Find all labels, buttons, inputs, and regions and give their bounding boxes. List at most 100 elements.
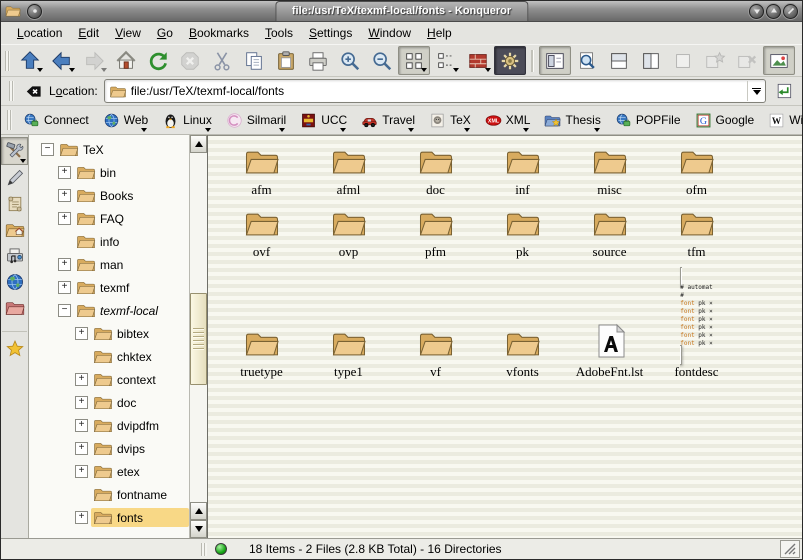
file-item-pk[interactable]: pk: [479, 208, 566, 260]
bookmark-ucc[interactable]: UCC: [293, 109, 354, 132]
file-item-pfm[interactable]: pfm: [392, 208, 479, 260]
go-button[interactable]: [772, 79, 796, 103]
up-button[interactable]: [14, 46, 46, 75]
sidebar-tab-annotate[interactable]: [2, 165, 27, 191]
list-view-button[interactable]: [430, 46, 462, 75]
location-input[interactable]: [127, 84, 747, 98]
tree-expander[interactable]: +: [75, 511, 88, 524]
tree-expander[interactable]: +: [75, 396, 88, 409]
menu-go[interactable]: Go: [149, 23, 181, 43]
menu-view[interactable]: View: [107, 23, 149, 43]
bookmark-google[interactable]: Google: [688, 109, 762, 132]
close-button[interactable]: [783, 4, 798, 19]
tree-scrollbar[interactable]: [189, 135, 207, 538]
bookmark-connect[interactable]: Connect: [16, 109, 96, 132]
reload-button[interactable]: [142, 46, 174, 75]
tree-item-texmf[interactable]: + texmf: [29, 276, 189, 299]
toolbar-grip[interactable]: [7, 110, 12, 130]
filter-button[interactable]: [795, 46, 803, 75]
sidebar-tab-services[interactable]: [2, 243, 27, 269]
scroll-down-button[interactable]: [190, 520, 207, 538]
bookmark-thesis[interactable]: Thesis: [537, 109, 607, 132]
file-item-inf[interactable]: inf: [479, 146, 566, 198]
bookmark-tex[interactable]: TeX: [422, 109, 478, 132]
menu-bookmarks[interactable]: Bookmarks: [181, 23, 257, 43]
icon-view-button[interactable]: [398, 46, 430, 75]
toolbar-grip[interactable]: [5, 51, 10, 71]
sticky-button[interactable]: [27, 4, 42, 19]
tree-item-texmf-local[interactable]: − texmf-local: [29, 299, 189, 322]
zoom-out-button[interactable]: [366, 46, 398, 75]
preview-button[interactable]: [763, 46, 795, 75]
file-item-fontdesc[interactable]: # automat#font pk ×font pk ×font pk ×fon…: [653, 270, 740, 380]
split-view-left-right-button[interactable]: [635, 46, 667, 75]
location-combobox[interactable]: [104, 79, 766, 103]
gear-button[interactable]: [494, 46, 526, 75]
new-view-button[interactable]: [699, 46, 731, 75]
cut-button[interactable]: [206, 46, 238, 75]
menu-location[interactable]: Location: [9, 23, 70, 43]
tree-item-tex[interactable]: − TeX: [29, 138, 189, 161]
tree-item-dvips[interactable]: + dvips: [29, 437, 189, 460]
tree-item-bibtex[interactable]: + bibtex: [29, 322, 189, 345]
sidebar-tab-network[interactable]: [2, 269, 27, 295]
resize-grip-icon[interactable]: [780, 540, 800, 558]
tree-expander[interactable]: +: [75, 442, 88, 455]
tree-expander[interactable]: +: [58, 189, 71, 202]
tree-expander[interactable]: +: [58, 258, 71, 271]
tree-item-chktex[interactable]: chktex: [29, 345, 189, 368]
bookmark-xml[interactable]: XML: [478, 109, 538, 132]
menu-tools[interactable]: Tools: [257, 23, 301, 43]
single-view-button[interactable]: [667, 46, 699, 75]
tree-item-dvipdfm[interactable]: + dvipdfm: [29, 414, 189, 437]
scroll-up-button-2[interactable]: [190, 502, 207, 520]
minimize-button[interactable]: [749, 4, 764, 19]
tree-expander[interactable]: +: [58, 281, 71, 294]
sidebar-tab-history[interactable]: [2, 191, 27, 217]
menu-help[interactable]: Help: [419, 23, 460, 43]
menu-settings[interactable]: Settings: [301, 23, 360, 43]
titlebar[interactable]: file:/usr/TeX/texmf-local/fonts - Konque…: [1, 1, 802, 22]
tree-expander[interactable]: +: [58, 166, 71, 179]
file-item-afml[interactable]: afml: [305, 146, 392, 198]
tree-item-context[interactable]: + context: [29, 368, 189, 391]
file-item-tfm[interactable]: tfm: [653, 208, 740, 260]
maximize-button[interactable]: [766, 4, 781, 19]
statusbar-grip[interactable]: [201, 543, 207, 556]
clear-location-icon[interactable]: [24, 82, 43, 101]
sidebar-tab-bookmarks[interactable]: [2, 331, 27, 362]
forward-button[interactable]: [78, 46, 110, 75]
location-dropdown-button[interactable]: [747, 81, 765, 101]
scroll-up-button[interactable]: [190, 135, 207, 153]
zoom-in-button[interactable]: [334, 46, 366, 75]
tree-expander[interactable]: −: [41, 143, 54, 156]
file-item-vfonts[interactable]: vfonts: [479, 328, 566, 380]
menu-edit[interactable]: Edit: [70, 23, 107, 43]
file-item-adobefnt-lst[interactable]: AdobeFnt.lst: [566, 323, 653, 380]
sidebar-tab-home-directory[interactable]: [2, 217, 27, 243]
tree-item-doc[interactable]: + doc: [29, 391, 189, 414]
stop-button[interactable]: [174, 46, 206, 75]
toolbar-grip[interactable]: [9, 81, 14, 101]
file-item-type1[interactable]: type1: [305, 328, 392, 380]
tree-expander[interactable]: +: [75, 465, 88, 478]
tree-expander[interactable]: −: [58, 304, 71, 317]
split-view-top-bottom-button[interactable]: [603, 46, 635, 75]
tree-expander[interactable]: +: [75, 373, 88, 386]
bookmark-silmaril[interactable]: Silmaril: [219, 109, 293, 132]
tree-item-fonts[interactable]: + fonts: [29, 506, 189, 529]
paste-button[interactable]: [270, 46, 302, 75]
copy-button[interactable]: [238, 46, 270, 75]
file-item-ovf[interactable]: ovf: [218, 208, 305, 260]
file-item-afm[interactable]: afm: [218, 146, 305, 198]
tree-item-bin[interactable]: + bin: [29, 161, 189, 184]
file-item-ofm[interactable]: ofm: [653, 146, 740, 198]
back-button[interactable]: [46, 46, 78, 75]
tree-item-faq[interactable]: + FAQ: [29, 207, 189, 230]
file-item-doc[interactable]: doc: [392, 146, 479, 198]
file-item-ovp[interactable]: ovp: [305, 208, 392, 260]
file-item-source[interactable]: source: [566, 208, 653, 260]
bookmark-linux[interactable]: Linux: [155, 109, 219, 132]
file-item-truetype[interactable]: truetype: [218, 328, 305, 380]
bookmark-popfile[interactable]: POPFile: [608, 109, 688, 132]
